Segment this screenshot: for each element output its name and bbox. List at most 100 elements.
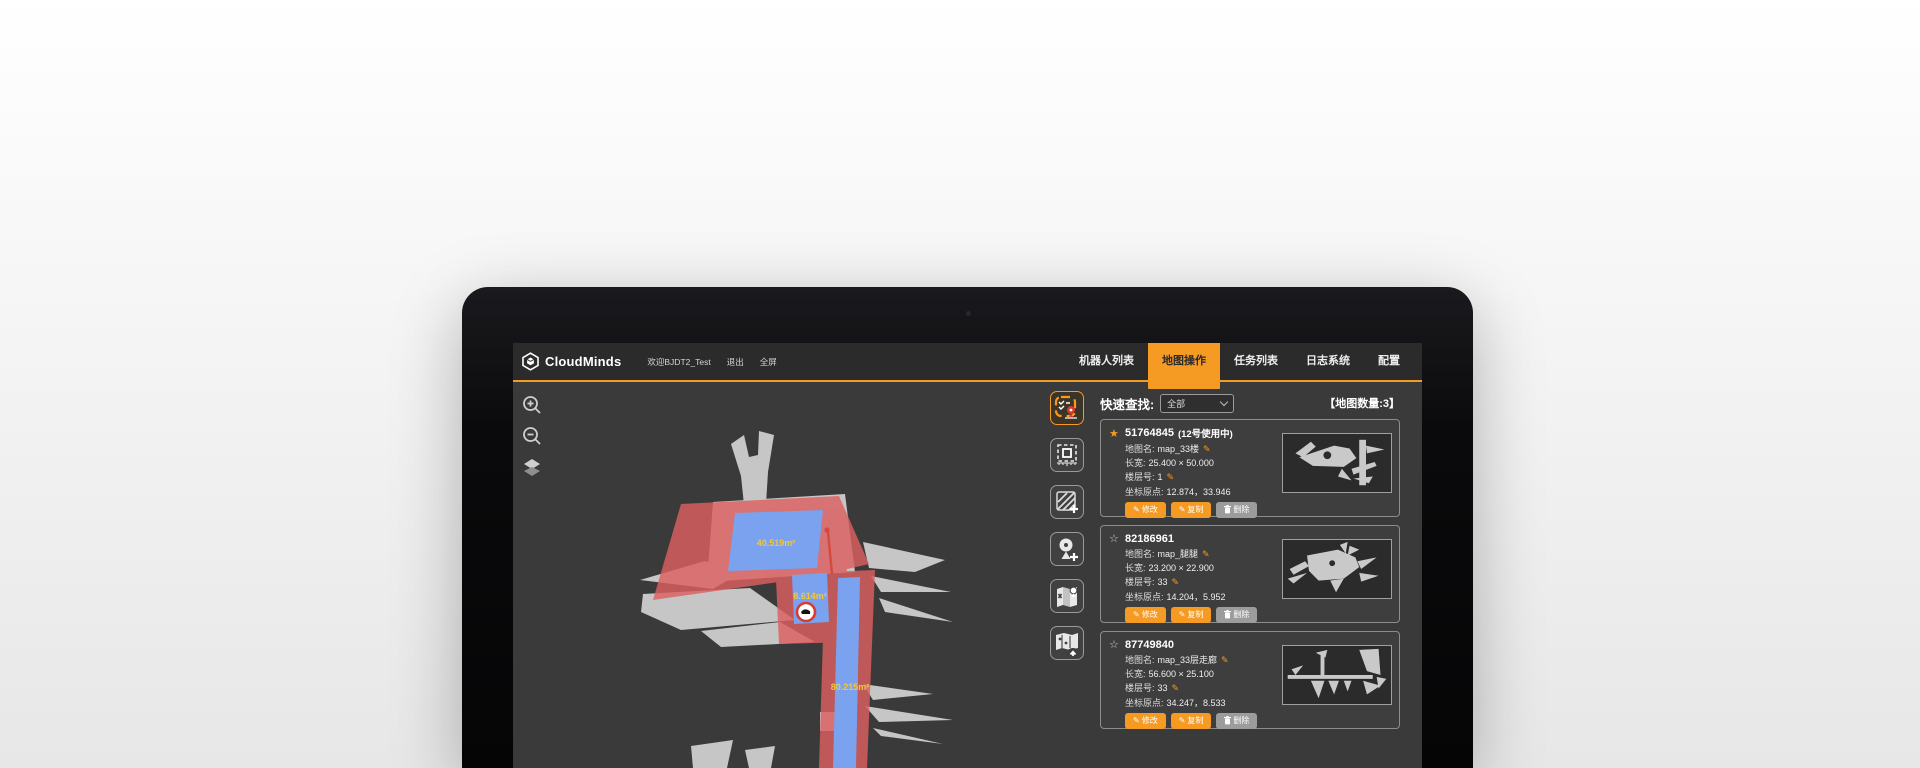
map-origin: 14.204，5.952 <box>1167 592 1226 602</box>
map-thumbnail <box>1282 645 1392 705</box>
edit-pencil-icon[interactable]: ✎ <box>1167 472 1175 482</box>
upload-map-icon[interactable] <box>1050 626 1084 660</box>
nav-tabs: 机器人列表 地图操作 任务列表 日志系统 配置 <box>1065 343 1414 381</box>
tab-config[interactable]: 配置 <box>1364 343 1414 381</box>
tab-map-operation[interactable]: 地图操作 <box>1148 343 1220 389</box>
fullscreen-link[interactable]: 全屏 <box>760 356 777 368</box>
edit-map-button[interactable]: ✎修改 <box>1125 502 1166 518</box>
map-size: 56.600 × 25.100 <box>1149 669 1214 679</box>
filter-value: 全部 <box>1167 397 1221 410</box>
field-label: 地图名: <box>1125 444 1155 454</box>
star-icon[interactable]: ☆ <box>1109 638 1125 651</box>
layers-icon[interactable] <box>520 455 544 479</box>
map-id: 87749840 <box>1125 639 1174 651</box>
panel-header: 快速查找: 全部 【地图数量:3】 <box>1100 393 1400 413</box>
field-label: 长宽: <box>1125 458 1146 468</box>
pencil-icon: ✎ <box>1133 505 1140 514</box>
map-floor: 33 <box>1158 683 1168 693</box>
field-label: 地图名: <box>1125 655 1155 665</box>
field-label: 地图名: <box>1125 549 1155 559</box>
webcam-dot <box>966 311 971 316</box>
map-origin: 12.874，33.946 <box>1167 487 1231 497</box>
map-thumbnail <box>1282 433 1392 493</box>
map-size: 25.400 × 50.000 <box>1149 458 1214 468</box>
field-label: 长宽: <box>1125 669 1146 679</box>
cloudminds-logo-icon <box>521 352 540 371</box>
map-card[interactable]: ★ 51764845 (12号使用中) 地图名:map_33楼✎ 长宽:25.4… <box>1100 419 1400 517</box>
zoom-in-icon[interactable] <box>520 393 544 417</box>
map-card[interactable]: ☆ 82186961 地图名:map_腿腿✎ 长宽:23.200 × 22.90… <box>1100 525 1400 623</box>
field-label: 楼层号: <box>1125 683 1155 693</box>
map-floor: 1 <box>1158 472 1163 482</box>
welcome-text: 欢迎BJDT2_Test <box>647 356 710 368</box>
pointcloud-antenna <box>731 431 774 505</box>
trash-icon <box>1224 505 1231 514</box>
main-content: 40.519m² 8.614m² 80.215m² <box>513 384 1422 768</box>
zoom-out-icon[interactable] <box>520 424 544 448</box>
chevron-down-icon <box>1220 397 1228 405</box>
map-id: 51764845 <box>1125 427 1174 439</box>
trash-icon <box>1224 716 1231 725</box>
map-name: map_33层走廊 <box>1158 655 1218 665</box>
quick-search-label: 快速查找: <box>1100 394 1154 413</box>
edit-pencil-icon[interactable]: ✎ <box>1221 655 1229 665</box>
tab-robot-list[interactable]: 机器人列表 <box>1065 343 1148 381</box>
add-point-icon[interactable] <box>1050 532 1084 566</box>
delete-map-button[interactable]: 删除 <box>1216 607 1257 623</box>
map-origin: 34.247，8.533 <box>1167 698 1226 708</box>
map-marker-sign[interactable] <box>797 603 815 621</box>
map-name: map_33楼 <box>1158 444 1200 454</box>
edit-pencil-icon[interactable]: ✎ <box>1172 683 1180 693</box>
map-zoom-tools <box>520 393 544 479</box>
area-label-corridor: 80.215m² <box>831 682 870 692</box>
pencil-icon: ✎ <box>1179 716 1186 725</box>
area-label-room: 40.519m² <box>757 538 796 548</box>
map-thumbnail <box>1282 539 1392 599</box>
star-icon[interactable]: ☆ <box>1109 532 1125 545</box>
brand-name: CloudMinds <box>545 354 621 369</box>
edit-map-button[interactable]: ✎修改 <box>1125 607 1166 623</box>
tab-task-list[interactable]: 任务列表 <box>1220 343 1292 381</box>
pencil-icon: ✎ <box>1133 610 1140 619</box>
field-label: 楼层号: <box>1125 577 1155 587</box>
delete-map-button[interactable]: 删除 <box>1216 713 1257 729</box>
field-label: 坐标原点: <box>1125 698 1164 708</box>
map-tool-column <box>1050 391 1084 660</box>
edit-pencil-icon[interactable]: ✎ <box>1172 577 1180 587</box>
app-screen: CloudMinds 欢迎BJDT2_Test 退出 全屏 机器人列表 地图操作… <box>513 343 1422 768</box>
edit-map-button[interactable]: ✎修改 <box>1125 713 1166 729</box>
field-label: 坐标原点: <box>1125 487 1164 497</box>
task-point-list-icon[interactable] <box>1050 391 1084 425</box>
pencil-icon: ✎ <box>1133 716 1140 725</box>
map-card[interactable]: ☆ 87749840 地图名:map_33层走廊✎ 长宽:56.600 × 25… <box>1100 631 1400 729</box>
laptop-frame: CloudMinds 欢迎BJDT2_Test 退出 全屏 机器人列表 地图操作… <box>462 287 1473 768</box>
star-icon[interactable]: ★ <box>1109 427 1125 440</box>
copy-map-button[interactable]: ✎复制 <box>1171 607 1212 623</box>
map-id: 82186961 <box>1125 533 1174 545</box>
map-canvas[interactable]: 40.519m² 8.614m² 80.215m² <box>513 384 1058 768</box>
area-label-small: 8.614m² <box>793 591 827 601</box>
copy-map-button[interactable]: ✎复制 <box>1171 502 1212 518</box>
area-select-icon[interactable] <box>1050 438 1084 472</box>
top-navbar: CloudMinds 欢迎BJDT2_Test 退出 全屏 机器人列表 地图操作… <box>513 343 1422 382</box>
map-status: (12号使用中) <box>1178 426 1233 440</box>
map-size: 23.200 × 22.900 <box>1149 563 1214 573</box>
map-count-text: 【地图数量:3】 <box>1324 395 1400 411</box>
trash-icon <box>1224 610 1231 619</box>
edit-pencil-icon[interactable]: ✎ <box>1203 444 1211 454</box>
map-floor: 33 <box>1158 577 1168 587</box>
logout-link[interactable]: 退出 <box>727 356 744 368</box>
filter-select[interactable]: 全部 <box>1160 394 1234 413</box>
delete-map-button[interactable]: 删除 <box>1216 502 1257 518</box>
copy-map-button[interactable]: ✎复制 <box>1171 713 1212 729</box>
brand-logo: CloudMinds <box>521 352 621 371</box>
field-label: 长宽: <box>1125 563 1146 573</box>
field-label: 坐标原点: <box>1125 592 1164 602</box>
pencil-icon: ✎ <box>1179 610 1186 619</box>
pencil-icon: ✎ <box>1179 505 1186 514</box>
add-region-icon[interactable] <box>1050 485 1084 519</box>
field-label: 楼层号: <box>1125 472 1155 482</box>
map-marker-icon[interactable] <box>1050 579 1084 613</box>
tab-log-system[interactable]: 日志系统 <box>1292 343 1364 381</box>
edit-pencil-icon[interactable]: ✎ <box>1202 549 1210 559</box>
